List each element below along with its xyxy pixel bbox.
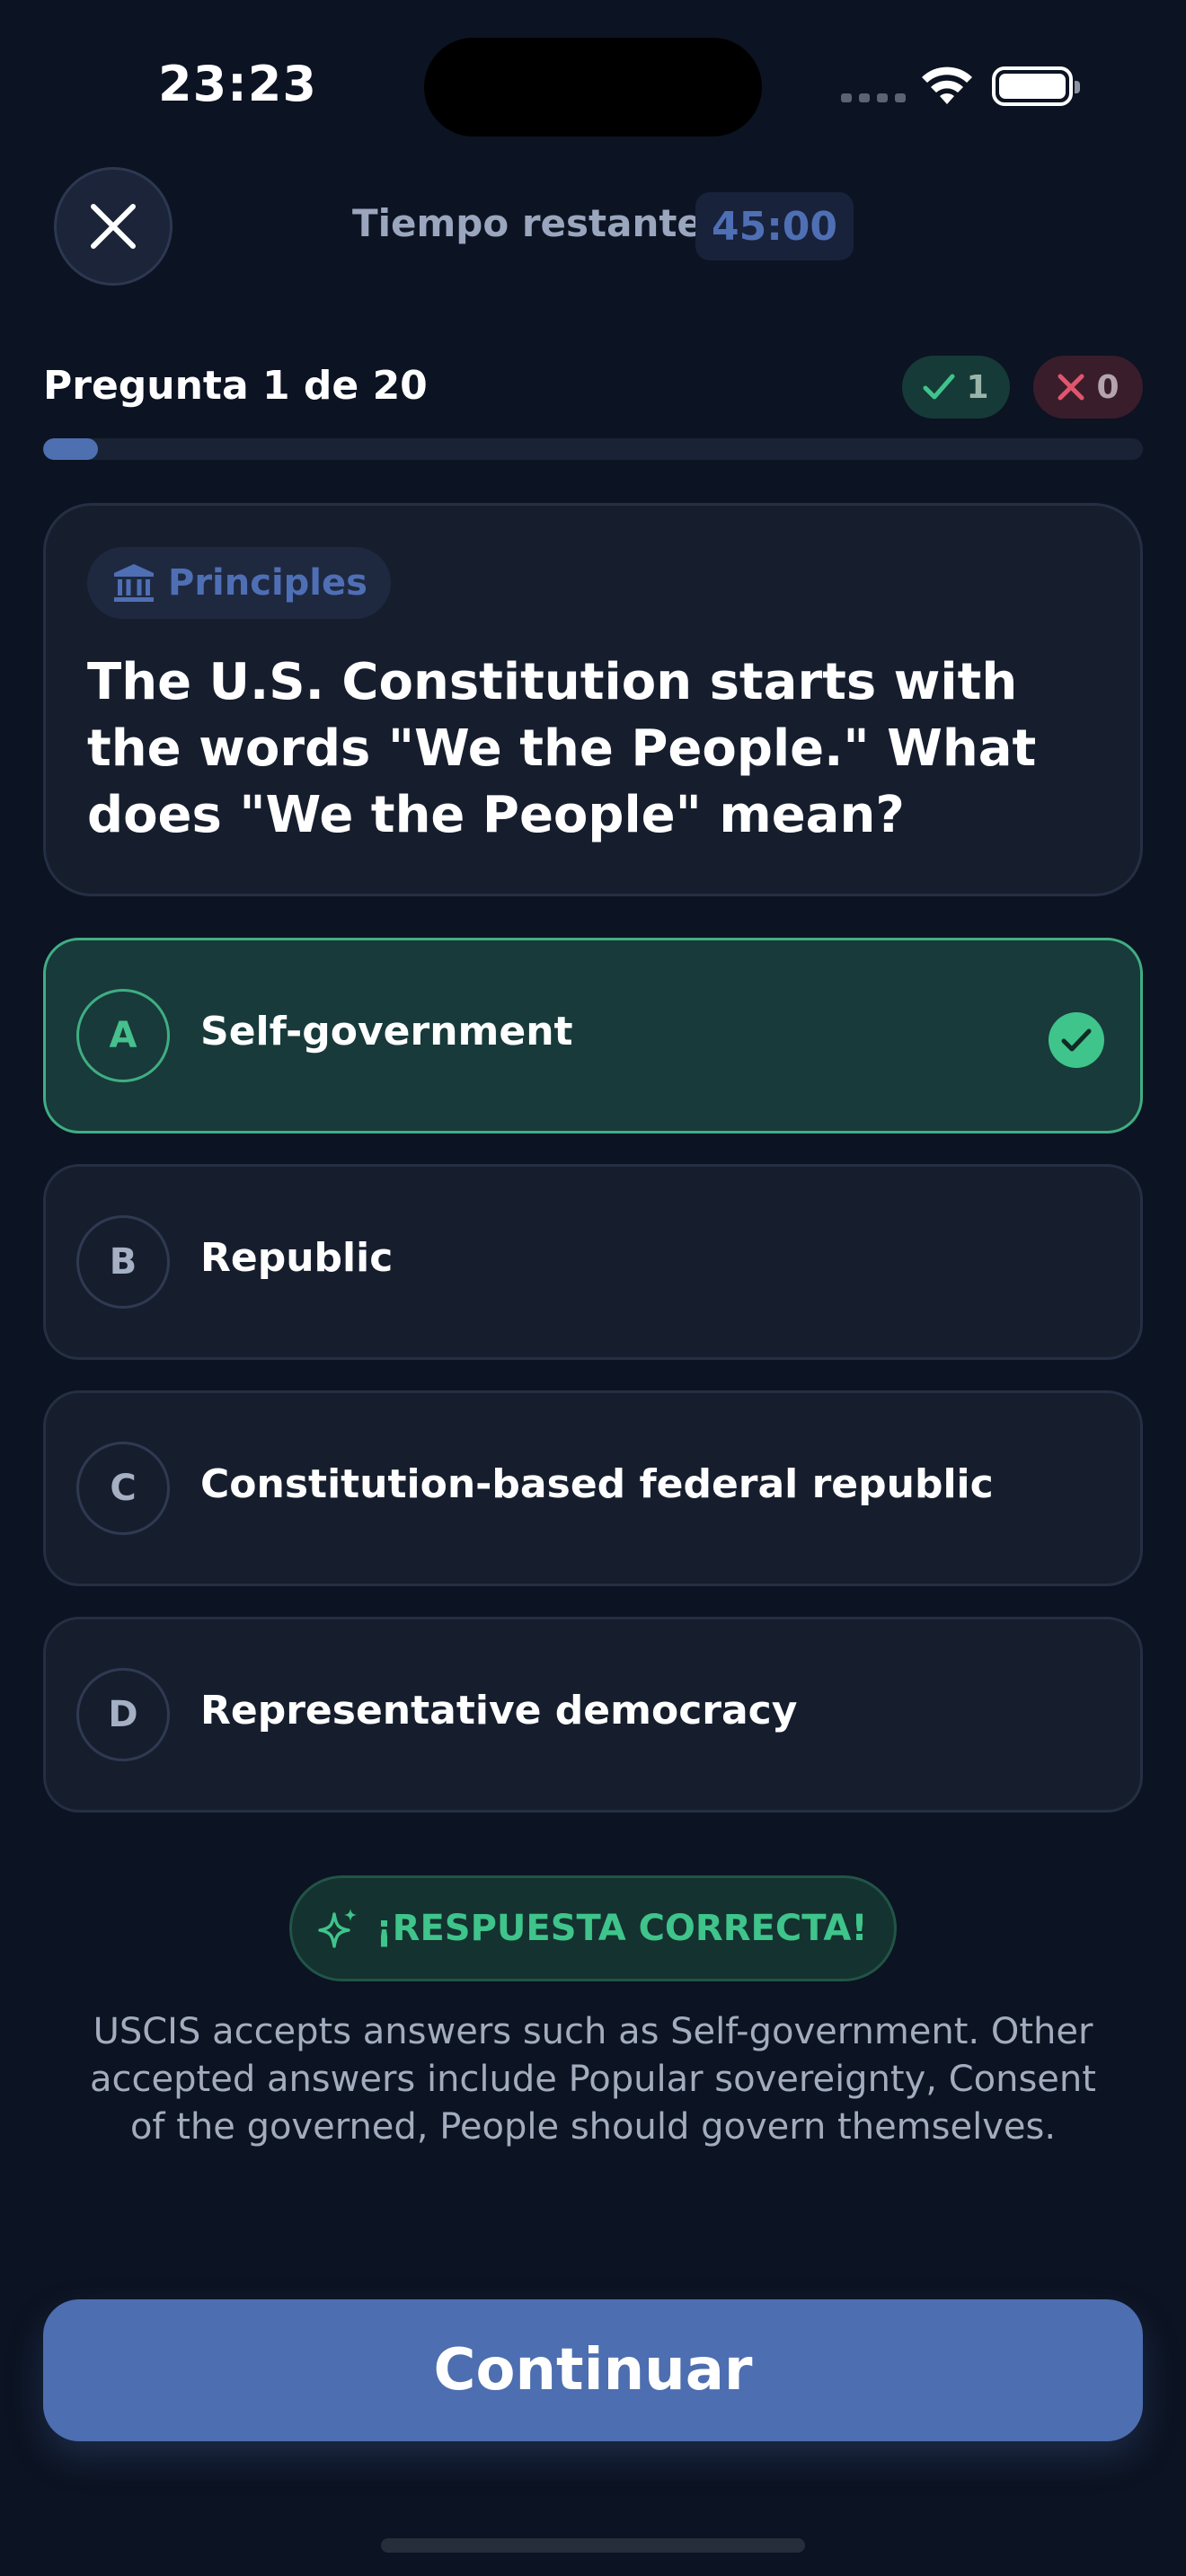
progress-bar [43,438,1143,460]
status-time: 23:23 [158,56,317,112]
feedback-title: ¡RESPUESTA CORRECTA! [376,1908,868,1949]
option-text: Constitution-based federal republic [200,1461,994,1507]
option-text: Republic [200,1235,394,1281]
close-icon [91,204,136,249]
category-label: Principles [168,562,367,604]
cellular-signal-icon [841,93,906,102]
sparkles-icon [318,1909,358,1948]
option-letter: A [76,989,170,1082]
wifi-icon [922,66,972,104]
quiz-screen: 23:23 Tiempo restante 45:00 Pregunta 1 d… [0,0,1186,2576]
timer-label: Tiempo restante [352,201,703,245]
check-circle-icon [1049,1012,1104,1068]
question-card: Principles The U.S. Constitution starts … [43,503,1143,896]
home-indicator[interactable] [381,2538,805,2553]
option-text: Representative democracy [200,1688,798,1734]
option-letter: C [76,1442,170,1535]
correct-answer-badge: ¡RESPUESTA CORRECTA! [289,1875,897,1981]
x-icon [1058,374,1084,401]
progress-bar-fill [43,438,99,460]
correct-count: 1 [966,368,989,406]
option-letter: B [76,1215,170,1309]
category-chip: Principles [87,547,391,619]
correct-count-badge: 1 [902,356,1010,419]
option-text: Self-government [200,1009,573,1054]
option-b[interactable]: B Republic [43,1164,1143,1360]
option-d[interactable]: D Representative democracy [43,1617,1143,1813]
battery-icon [992,66,1080,106]
option-letter: D [76,1668,170,1761]
option-c[interactable]: C Constitution-based federal republic [43,1390,1143,1586]
timer-value: 45:00 [695,192,854,260]
continue-button[interactable]: Continuar [43,2299,1143,2441]
check-icon [923,374,955,400]
wrong-count-badge: 0 [1033,356,1143,419]
wrong-count: 0 [1096,368,1120,406]
answer-explanation: USCIS accepts answers such as Self-gover… [90,2011,1096,2148]
question-counter: Pregunta 1 de 20 [43,363,428,409]
close-button[interactable] [54,167,173,286]
dynamic-island [424,38,762,137]
question-text: The U.S. Constitution starts with the wo… [87,653,1037,844]
option-a[interactable]: A Self-government [43,938,1143,1134]
bank-columns-icon [114,564,154,602]
